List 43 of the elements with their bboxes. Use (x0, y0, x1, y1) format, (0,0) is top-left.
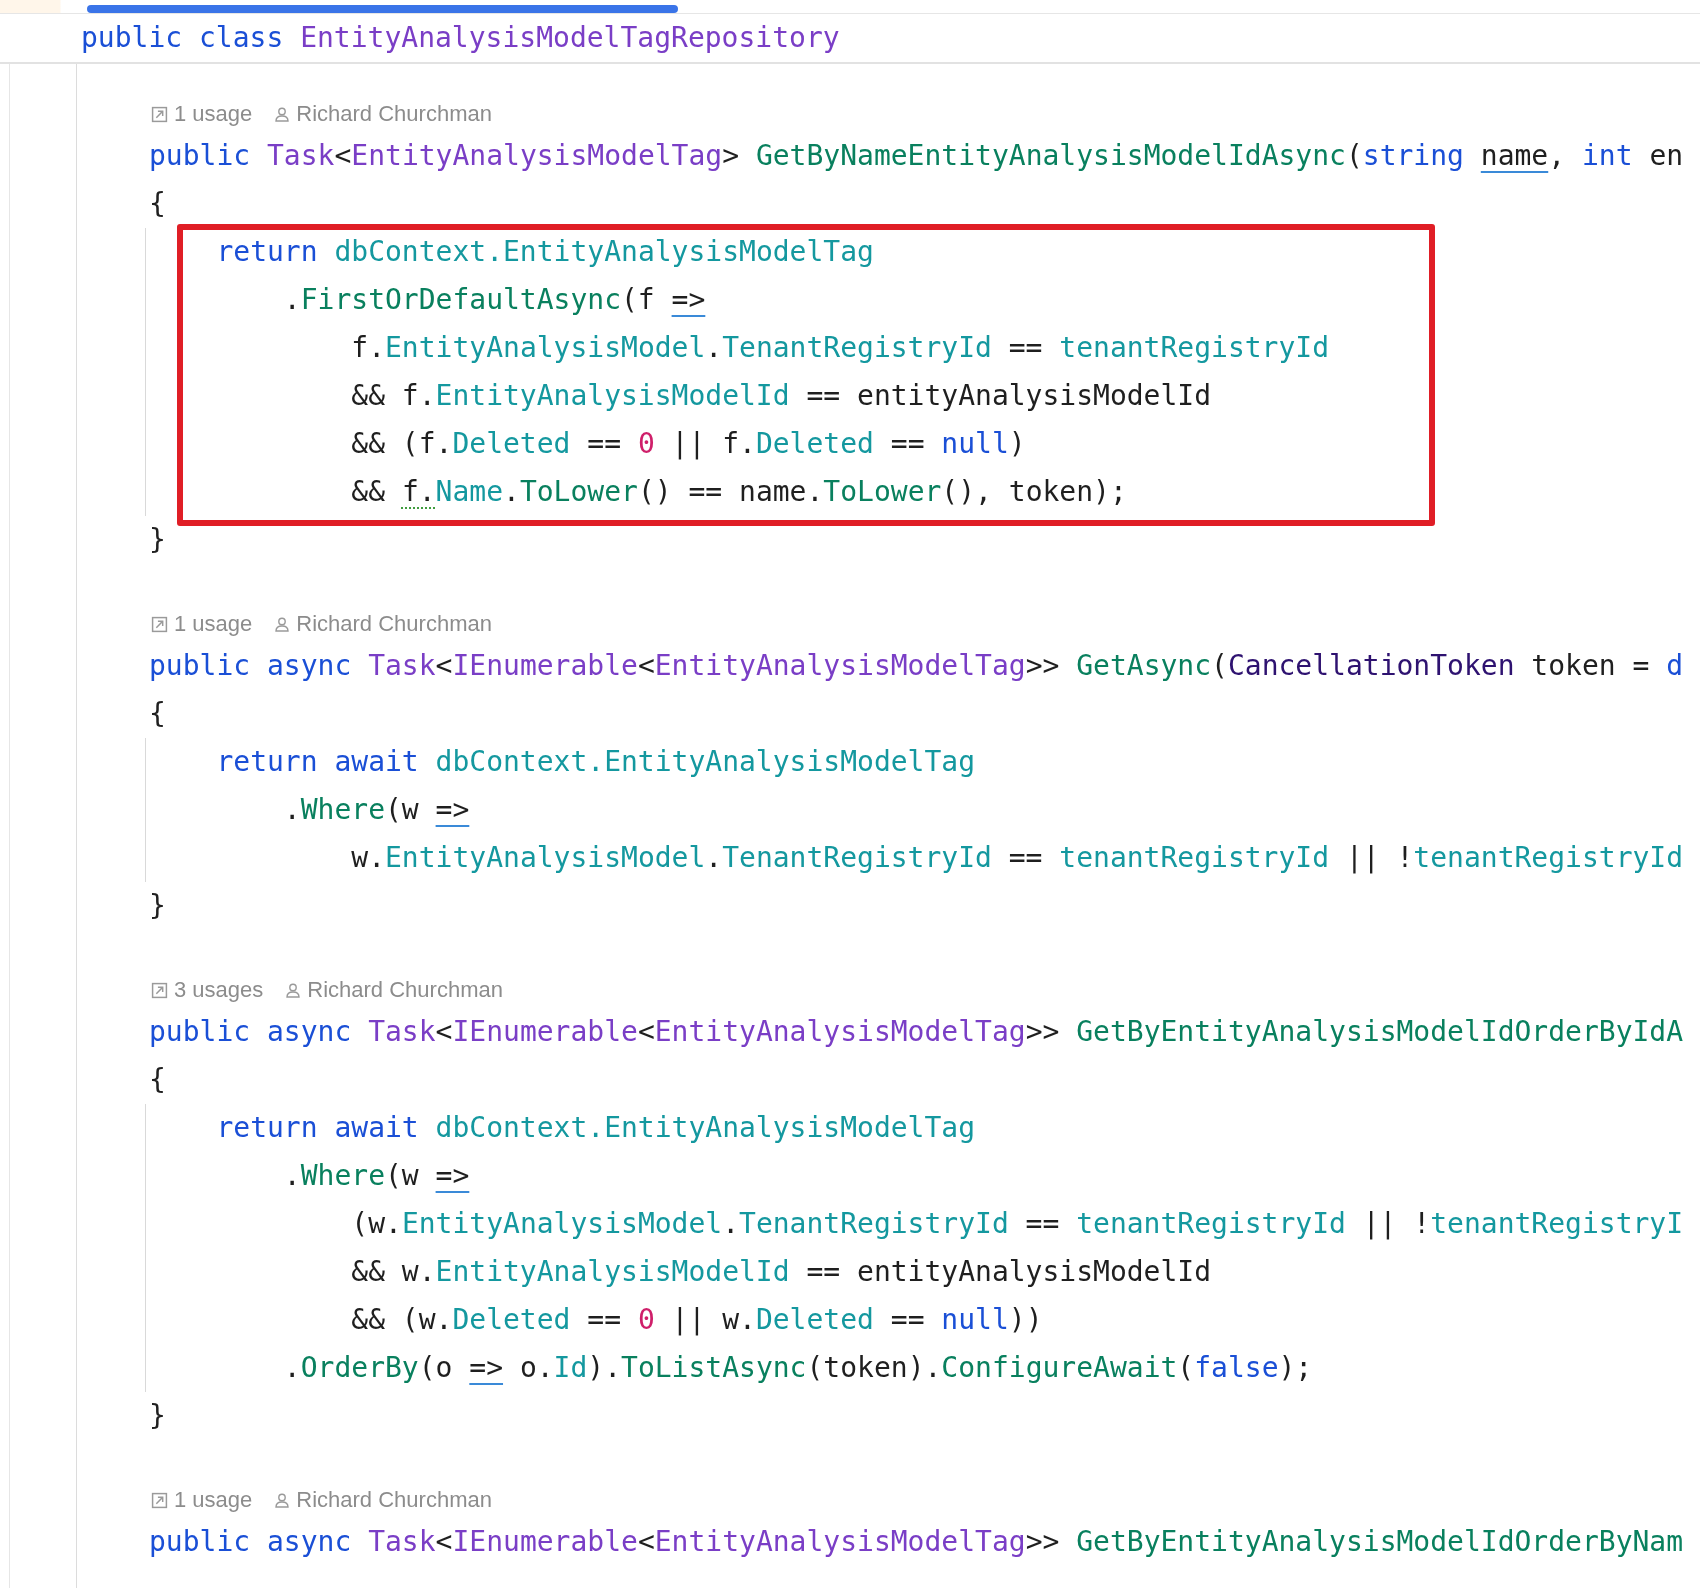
code-line: } (149, 1398, 166, 1434)
code-line: w.EntityAnalysisModel.TenantRegistryId == tenantRegistryId || !tenantRegistryId (350, 840, 1684, 876)
code-line: .FirstOrDefaultAsync(f => (282, 282, 706, 318)
author-name[interactable]: Richard Churchman (296, 1487, 492, 1513)
person-icon (274, 1492, 291, 1508)
code-line: .Where(w => (282, 792, 470, 828)
code-line: public class EntityAnalysisModelTagRepository (81, 20, 840, 56)
usage-count[interactable]: 1 usage (174, 101, 253, 127)
usage-count[interactable]: 1 usage (174, 1487, 253, 1513)
person-icon (274, 106, 291, 122)
usage-count[interactable]: 3 usages (174, 977, 264, 1003)
usages-icon[interactable] (151, 615, 168, 633)
code-line: { (149, 186, 166, 222)
code-line: } (149, 888, 166, 924)
code-line: return dbContext.EntityAnalysisModelTag (215, 234, 874, 270)
code-line: && w.EntityAnalysisModelId == entityAnalysisModelId (350, 1254, 1212, 1290)
code-line: return await dbContext.EntityAnalysisModelTag (215, 1110, 976, 1146)
code-line: public async Task<IEnumerable<EntityAnalysisModelTag>> GetByEntityAnalysisModelIdOrderByNam (149, 1524, 1684, 1560)
code-line: && (f.Deleted == 0 || f.Deleted == null) (350, 426, 1026, 462)
code-line: (w.EntityAnalysisModel.TenantRegistryId == tenantRegistryId || !tenantRegistryI (350, 1206, 1684, 1242)
code-line: { (149, 1062, 166, 1098)
code-line: } (149, 522, 166, 558)
code-line: .Where(w => (282, 1158, 470, 1194)
code-line: public async Task<IEnumerable<EntityAnalysisModelTag>> GetByEntityAnalysisModelIdOrderByIdA (149, 1014, 1684, 1050)
code-line: .OrderBy(o => o.Id).ToListAsync(token).ConfigureAwait(false); (282, 1350, 1313, 1386)
code-line: && f.Name.ToLower() == name.ToLower(), token); (350, 474, 1127, 510)
code-line: f.EntityAnalysisModel.TenantRegistryId == tenantRegistryId (350, 330, 1330, 366)
author-name[interactable]: Richard Churchman (296, 611, 492, 637)
scrollbar-thumb[interactable] (87, 5, 678, 13)
person-icon (274, 616, 291, 632)
code-line: public async Task<IEnumerable<EntityAnalysisModelTag>> GetAsync(CancellationToken token = d (149, 648, 1684, 684)
usage-count[interactable]: 1 usage (174, 611, 253, 637)
person-icon (285, 982, 302, 998)
code-line: { (149, 696, 166, 732)
code-line: public Task<EntityAnalysisModelTag> GetByNameEntityAnalysisModelIdAsync(string name, int en (149, 138, 1684, 174)
usages-icon[interactable] (151, 105, 168, 123)
author-name[interactable]: Richard Churchman (296, 101, 492, 127)
usages-icon[interactable] (151, 1491, 168, 1509)
code-line: && (w.Deleted == 0 || w.Deleted == null)) (350, 1302, 1043, 1338)
usages-icon[interactable] (151, 981, 168, 999)
code-line: return await dbContext.EntityAnalysisModelTag (215, 744, 976, 780)
code-line: && f.EntityAnalysisModelId == entityAnalysisModelId (350, 378, 1212, 414)
author-name[interactable]: Richard Churchman (307, 977, 503, 1003)
